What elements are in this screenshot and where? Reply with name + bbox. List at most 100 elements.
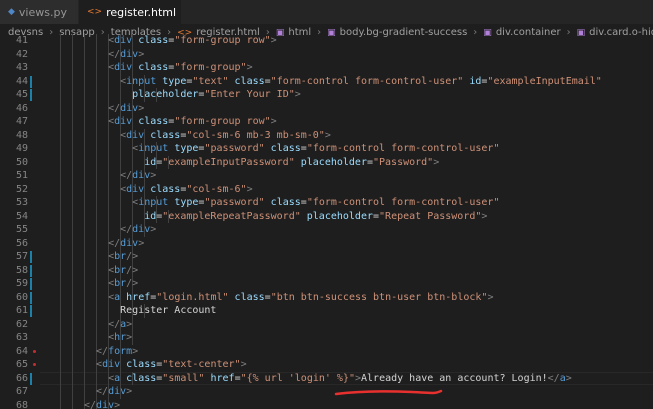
indent-guide	[96, 236, 98, 250]
line-number: 45	[15, 89, 28, 100]
code-line[interactable]: 54 id="exampleRepeatPassword" placeholder…	[0, 209, 653, 223]
indent-guide	[96, 34, 98, 48]
code-line[interactable]: 49 <input type="password" class="form-con…	[0, 142, 653, 156]
indent-guide	[72, 317, 74, 331]
indent-guide	[96, 209, 98, 223]
code-line[interactable]: 65 <div class="text-center">	[0, 358, 653, 372]
code-line[interactable]: 59 <br/>	[0, 277, 653, 291]
code-line[interactable]: 60 <a href="login.html" class="btn btn-su…	[0, 290, 653, 304]
code-line[interactable]: 48 <div class="col-sm-6 mb-3 mb-sm-0">	[0, 128, 653, 142]
indent-guide	[108, 74, 110, 88]
indent-guide	[84, 277, 86, 291]
code-line[interactable]: 45 placeholder="Enter Your ID">	[0, 88, 653, 102]
indent-guide	[60, 304, 61, 318]
indent-guide	[60, 142, 61, 156]
code-line[interactable]: 63 <hr>	[0, 331, 653, 345]
code-line[interactable]: 50 id="exampleInputPassword" placeholder=…	[0, 155, 653, 169]
code-line[interactable]: 61 Register Account	[0, 304, 653, 318]
git-change-marker[interactable]	[30, 75, 32, 88]
indent-guide	[108, 209, 110, 223]
code-line[interactable]: 62 </a>	[0, 317, 653, 331]
git-change-marker[interactable]	[30, 305, 32, 317]
indent-guide	[96, 115, 98, 129]
code-editor[interactable]: 41 <div class="form-group row"> 42 </div> 43…	[0, 34, 653, 409]
indent-guide	[72, 250, 74, 264]
code-text: </div>	[84, 399, 121, 409]
tab-register-html[interactable]: <> register.html	[79, 0, 182, 24]
html-icon: <>	[87, 7, 103, 17]
indent-guide	[72, 358, 74, 372]
indent-guide	[60, 209, 61, 223]
code-line[interactable]: 52 <div class="col-sm-6">	[0, 182, 653, 196]
indent-guide	[96, 155, 98, 169]
code-line[interactable]: 58 <br/>	[0, 263, 653, 277]
indent-guide	[72, 74, 74, 88]
indent-guide	[84, 223, 86, 237]
code-text: Register Account	[120, 305, 217, 316]
line-number: 56	[15, 237, 28, 249]
line-number: 60	[15, 291, 28, 303]
indent-guide	[132, 155, 134, 169]
line-number: 63	[15, 332, 28, 343]
indent-guide	[96, 263, 98, 277]
code-line[interactable]: 56 </div>	[0, 236, 653, 250]
indent-guide	[60, 169, 61, 183]
code-line[interactable]: 51 </div>	[0, 169, 653, 183]
indent-guide	[60, 385, 61, 399]
line-number: 54	[15, 210, 28, 222]
code-line[interactable]: 55 </div>	[0, 223, 653, 237]
indent-guide	[96, 290, 98, 304]
indent-guide	[84, 74, 86, 88]
indent-guide	[84, 34, 86, 48]
code-line[interactable]: 53 <input type="password" class="form-con…	[0, 196, 653, 210]
git-change-marker[interactable]	[30, 251, 32, 263]
line-number: 50	[15, 156, 28, 168]
code-line[interactable]: 67 </div>	[0, 385, 653, 399]
code-text: <div class="col-sm-6 mb-3 mb-sm-0">	[120, 129, 331, 141]
code-text: </div>	[120, 170, 157, 181]
code-text: <div class="form-group row">	[108, 116, 277, 127]
indent-guide	[60, 277, 61, 291]
indent-guide	[96, 101, 98, 115]
code-text: <a class="small" href="{% url 'login' %}…	[108, 372, 572, 384]
code-line[interactable]: 41 <div class="form-group row">	[0, 34, 653, 48]
code-line[interactable]: 43 <div class="form-group">	[0, 61, 653, 75]
indent-guide	[96, 74, 98, 88]
code-line[interactable]: 64 </form>	[0, 344, 653, 358]
indent-guide	[60, 74, 61, 88]
line-number: 61	[15, 305, 28, 316]
code-line[interactable]: 66 <a class="small" href="{% url 'login' …	[0, 371, 653, 385]
line-number: 51	[15, 170, 28, 181]
git-change-marker[interactable]	[30, 372, 32, 385]
code-line[interactable]: 44 <input type="text" class="form-control…	[0, 74, 653, 88]
indent-guide	[84, 169, 86, 183]
line-number: 44	[15, 75, 28, 87]
code-line[interactable]: 57 <br/>	[0, 250, 653, 264]
git-change-marker[interactable]	[30, 278, 32, 290]
indent-guide	[96, 182, 98, 196]
indent-guide	[96, 317, 98, 331]
code-line[interactable]: 42 </div>	[0, 47, 653, 61]
indent-guide	[72, 371, 74, 385]
indent-guide	[72, 290, 74, 304]
indent-guide	[72, 47, 74, 61]
git-change-marker[interactable]	[30, 291, 32, 304]
indent-guide	[84, 290, 86, 304]
line-number: 68	[15, 399, 28, 409]
indent-guide	[84, 88, 86, 102]
git-change-marker[interactable]	[30, 264, 32, 277]
tab-views-py[interactable]: ◆ views.py	[0, 0, 79, 24]
indent-guide	[96, 169, 98, 183]
code-line[interactable]: 68 </div>	[0, 398, 653, 409]
code-text: <div class="form-group row">	[108, 35, 277, 46]
code-text: <div class="text-center">	[96, 359, 247, 370]
line-number: 57	[15, 251, 28, 262]
code-line[interactable]: 47 <div class="form-group row">	[0, 115, 653, 129]
indent-guide	[108, 142, 110, 156]
line-number: 41	[15, 35, 28, 46]
tab-label: views.py	[18, 5, 67, 19]
git-change-marker[interactable]	[30, 89, 32, 101]
code-line[interactable]: 46 </div>	[0, 101, 653, 115]
indent-guide	[108, 155, 110, 169]
indent-guide	[84, 142, 86, 156]
